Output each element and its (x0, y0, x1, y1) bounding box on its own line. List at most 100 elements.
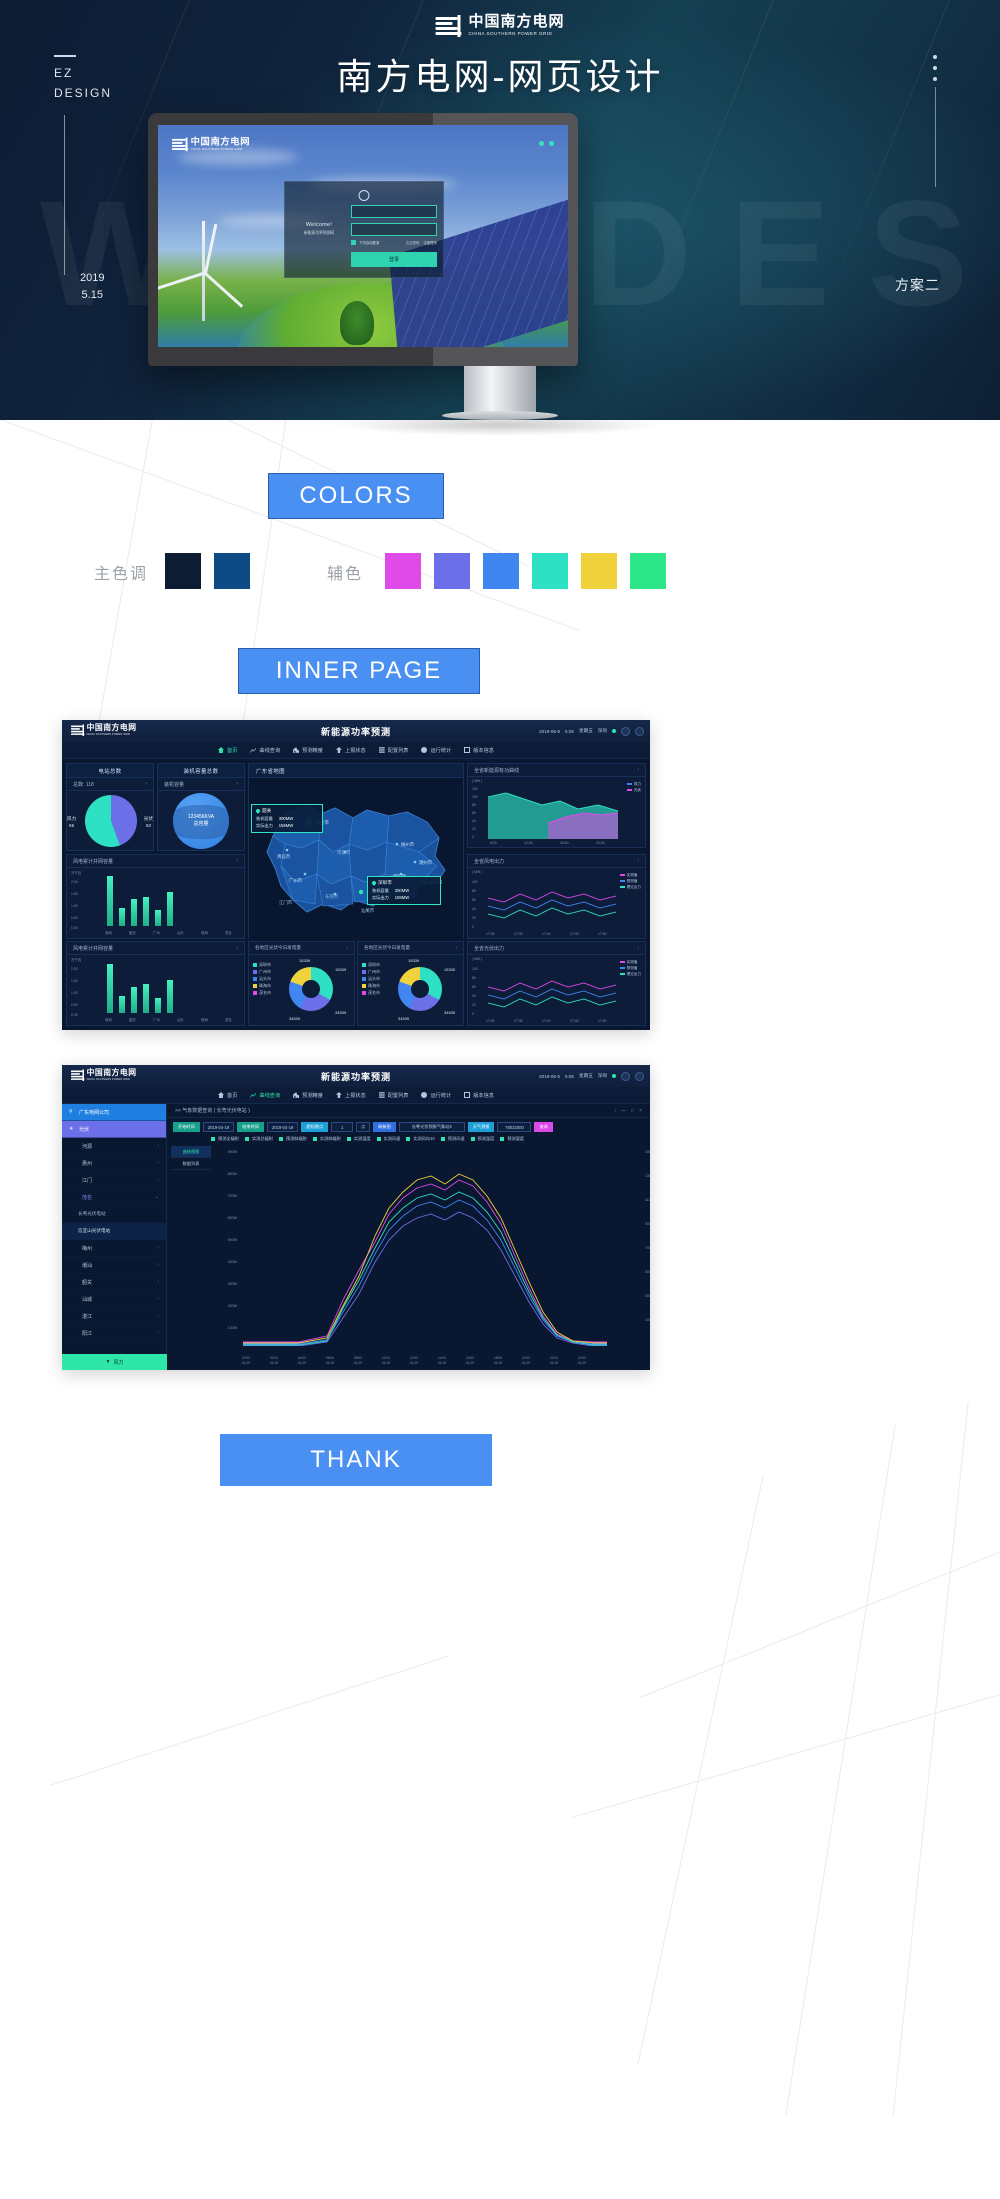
chevron-right-icon[interactable]: › (157, 1177, 159, 1183)
tab-data-list[interactable]: 数据列表 (171, 1158, 211, 1170)
card-solar-today-gen-a[interactable]: 各地区光伏今日发电量 › 深圳市 广州市 汕头市 珠海市 茂名市 15339 15… (248, 941, 355, 1026)
weather-line-chart[interactable]: 900W 800W 700W 600W 500W 400W 300W 200W … (213, 1146, 650, 1365)
card-subtitle[interactable]: 各地区光伏今日发电量 › (249, 942, 354, 955)
card-subtitle[interactable]: 全省新能源有功曲线 › (468, 764, 645, 777)
maximize-icon[interactable]: □ (631, 1108, 634, 1114)
checkbox-forecast-wind-speed[interactable]: 预测风速 (440, 1136, 465, 1142)
filter-bar[interactable]: 开始时间 2019-04-19 结束时间 2019-04-19 超短期点 1 点… (167, 1118, 650, 1136)
chevron-right-icon[interactable]: › (637, 945, 639, 951)
chevron-right-icon[interactable]: › (455, 945, 457, 951)
nav-item-upload-status[interactable]: 上报状态 (335, 747, 366, 754)
card-installed-capacity[interactable]: 装机容量总数 装机容量 › 123456KVA 总容量 (157, 763, 245, 851)
card-subtitle[interactable]: 风电累计并网容量 › (67, 855, 244, 868)
sidebar-item-yangjiang[interactable]: 阳江 › (62, 1325, 166, 1342)
register-link[interactable]: 注册账号 (423, 240, 437, 245)
sidebar-item-station-changyue[interactable]: 长粤光伏电站 (62, 1206, 166, 1223)
checkbox-measured-temp[interactable]: 实测温度 (346, 1136, 371, 1142)
checkbox-measured-total[interactable]: 实测总辐射 (244, 1136, 273, 1142)
card-solar-today-gen-b[interactable]: 各地区光伏今日发电量 › 深圳市 广州市 汕头市 珠海市 茂名市 15339 15… (357, 941, 464, 1026)
card-subtitle[interactable]: 装机容量 › (158, 778, 244, 791)
checkbox-measured-wind-speed[interactable]: 实测风速 (376, 1136, 400, 1142)
settings-gear-icon[interactable] (635, 726, 644, 736)
settings-gear-icon[interactable] (635, 1071, 644, 1081)
chevron-right-icon[interactable]: › (346, 945, 348, 951)
sidebar-item-shaoguan[interactable]: 韶关 › (62, 1274, 166, 1291)
checkbox-forecast-tilt[interactable]: 预测斜辐射 (278, 1136, 307, 1142)
checkbox-forecast-temp[interactable]: 预测温度 (470, 1136, 494, 1142)
end-date-input[interactable]: 2019-04-19 (266, 1122, 299, 1132)
card-subtitle[interactable]: 各地区光伏今日发电量 › (358, 942, 463, 955)
start-date-input[interactable]: 2019-04-19 (202, 1122, 235, 1132)
weather-forecast-button[interactable]: 天气预报 (467, 1122, 495, 1132)
nav-item-run-stats[interactable]: 运行统计 (421, 1092, 451, 1099)
refresh-chart-button[interactable]: 刷新图 (373, 1122, 396, 1132)
chevron-right-icon[interactable]: › (236, 945, 238, 951)
nav-item-curve-query[interactable]: 曲线查询 (250, 747, 280, 754)
chevron-right-icon[interactable]: › (145, 781, 147, 787)
nav-item-forecast-accuracy[interactable]: 预测精度 (293, 1092, 323, 1099)
login-submit-button[interactable]: 登录 (351, 252, 437, 267)
username-input[interactable] (351, 205, 437, 218)
sidebar-item-company[interactable]: ⚲ 广东电网公司 (62, 1104, 166, 1121)
nav-item-home[interactable]: 首页 (218, 1092, 237, 1099)
sidebar-item-chaoshan[interactable]: 潮汕 › (62, 1257, 166, 1274)
sidebar-item-shancheng[interactable]: 汕城 › (62, 1291, 166, 1308)
checkbox-forecast-global[interactable]: 预测全辐射 (211, 1136, 239, 1142)
card-province-renewable-curve[interactable]: 全省新能源有功曲线 › ( MW ) 120 100 80 60 40 20 0 … (467, 763, 646, 848)
user-avatar-icon[interactable] (621, 1071, 630, 1081)
tab-curve-view[interactable]: 曲线视图 (171, 1146, 211, 1158)
nav-item-upload-status[interactable]: 上报状态 (335, 1092, 366, 1099)
card-subtitle[interactable]: 总数: 118 › (67, 778, 153, 791)
sidebar-item-zhanjiang[interactable]: 湛江 › (62, 1308, 166, 1325)
card-subtitle[interactable]: 风电累计并网容量 › (67, 942, 244, 955)
sidebar-item-solar[interactable]: ✳ 光伏 (62, 1121, 166, 1138)
card-solar-grid-capacity[interactable]: 风电累计并网容量 › 万千瓦 2.00 1.50 1.00 0.50 0.00 深… (66, 941, 245, 1026)
nav-item-home[interactable]: 首页 (218, 747, 237, 754)
card-guangdong-map[interactable]: 广东省地图 清远市 广州市 河源市 梅州市 潮州市 东莞市 江门市 汕尾市 韶关… (248, 763, 464, 939)
card-subtitle[interactable]: 全省风电出力 › (468, 855, 645, 868)
password-input[interactable] (351, 223, 437, 236)
sidebar-item-heyuan[interactable]: 河源 › (62, 1138, 166, 1155)
dashboard-weather-query[interactable]: 中国南方电网 CHINA SOUTHERN POWER GRID 新能源功率预测… (62, 1065, 650, 1370)
chevron-right-icon[interactable]: › (637, 858, 639, 864)
nav-item-config-list[interactable]: 配置列表 (378, 747, 408, 754)
minimize-icon[interactable]: — (621, 1108, 626, 1114)
series-checkbox-row[interactable]: 预测全辐射 实测总辐射 预测斜辐射 实测斜辐射 实测温度 实测风速 实测风向10… (167, 1136, 650, 1145)
card-province-solar-output[interactable]: 全省光伏出力 › ( MW ) 100 80 60 40 20 0 实测值 预测值… (467, 941, 646, 1026)
chevron-down-icon[interactable]: ⌄ (155, 1194, 159, 1200)
sidebar-item-station-xinyishan[interactable]: 信宜山光伏电站 (62, 1223, 166, 1240)
dashboard-overview[interactable]: 中国南方电网 CHINA SOUTHERN POWER GRID 新能源功率预测… (62, 720, 650, 1030)
chevron-right-icon[interactable]: › (157, 1313, 159, 1319)
nav-item-config-list[interactable]: 配置列表 (378, 1092, 408, 1099)
number-input[interactable]: 78032000 (497, 1122, 532, 1132)
sidebar[interactable]: ⚲ 广东电网公司 ✳ 光伏 河源 › 惠州 › 江门 › 茂名 ⌄ 长粤光伏电站 信宜山… (62, 1104, 167, 1370)
sidebar-item-meizhou[interactable]: 梅州 › (62, 1240, 166, 1257)
window-controls[interactable]: › — □ × (614, 1108, 642, 1114)
card-wind-grid-capacity[interactable]: 风电累计并网容量 › 万千瓦 2.00 1.50 1.00 0.50 0.00 深… (66, 854, 245, 939)
dash2-nav[interactable]: 首页 曲线查询 预测精度 上报状态 配置列表 运行统计 版本信息 (62, 1087, 650, 1104)
dash1-nav[interactable]: 首页 曲线查询 预测精度 上报状态 配置列表 运行统计 版本信息 (62, 742, 650, 759)
chevron-right-icon[interactable]: › (157, 1330, 159, 1336)
map-canvas[interactable]: 韶关市 清远市 广州市 河源市 梅州市 潮州市 揭阳市 汕头市 东莞市 江门市 … (249, 778, 463, 939)
remember-checkbox[interactable] (351, 240, 356, 245)
checkbox-measured-tilt[interactable]: 实测斜辐射 (312, 1136, 341, 1142)
nav-item-curve-query[interactable]: 曲线查询 (250, 1092, 280, 1099)
checkbox-forecast-humidity[interactable]: 预测湿度 (500, 1136, 524, 1142)
card-station-count[interactable]: 电站总数 总数: 118 › 风力 65 光伏 53 (66, 763, 154, 851)
card-subtitle[interactable]: 全省光伏出力 › (468, 942, 645, 955)
sidebar-item-jiangmen[interactable]: 江门 › (62, 1172, 166, 1189)
chevron-right-icon[interactable]: › (236, 781, 238, 787)
sidebar-item-maoming[interactable]: 茂名 ⌄ (62, 1189, 166, 1206)
sidebar-item-huizhou[interactable]: 惠州 › (62, 1155, 166, 1172)
chevron-right-icon[interactable]: › (637, 767, 639, 773)
user-avatar-icon[interactable] (621, 726, 630, 736)
chevron-right-icon[interactable]: › (157, 1245, 159, 1251)
nav-item-version-info[interactable]: 版本信息 (464, 747, 494, 754)
chevron-right-icon[interactable]: › (157, 1262, 159, 1268)
nav-item-forecast-accuracy[interactable]: 预测精度 (293, 747, 323, 754)
interval-input[interactable]: 1 (331, 1122, 354, 1132)
chevron-right-icon[interactable]: › (157, 1143, 159, 1149)
nav-item-version-info[interactable]: 版本信息 (464, 1092, 494, 1099)
end-time-button[interactable]: 结束时间 (237, 1122, 264, 1132)
checkbox-measured-wind-dir[interactable]: 实测风向10 (406, 1136, 435, 1142)
